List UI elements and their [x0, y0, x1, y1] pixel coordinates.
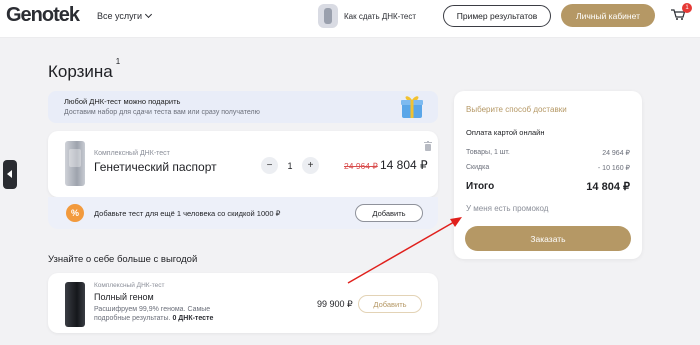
total-value: 14 804 ₽: [586, 181, 630, 193]
logo[interactable]: Genotek: [6, 4, 80, 27]
product-image: [65, 141, 85, 186]
dna-kit-icon: [318, 4, 338, 28]
personal-cabinet-button[interactable]: Личный кабинет: [561, 4, 655, 27]
recommendation-description: Расшифруем 99,9% генома. Самые подробные…: [94, 305, 234, 323]
services-label: Все услуги: [97, 11, 142, 21]
howto-label: Как сдать ДНК-тест: [344, 11, 417, 21]
gift-banner[interactable]: Любой ДНК-тест можно подарить Доставим н…: [48, 91, 438, 123]
total-label: Итого: [466, 181, 495, 192]
promo-code-link[interactable]: У меня есть промокод: [466, 204, 548, 213]
recommendation-price: 99 900 ₽: [317, 299, 353, 309]
page-title: Корзина1: [48, 57, 120, 82]
recommendation-type: Комплексный ДНК-тест: [94, 282, 165, 289]
increase-quantity-button[interactable]: +: [302, 157, 319, 174]
recommendation-name[interactable]: Полный геном: [94, 292, 154, 302]
discount-percent-icon: %: [66, 204, 84, 222]
old-price: 24 964 ₽: [344, 161, 378, 171]
left-panel-toggle[interactable]: [3, 160, 17, 189]
header: Genotek Все услуги Как сдать ДНК-тест Пр…: [0, 0, 700, 38]
chevron-down-icon: [144, 10, 153, 19]
payment-method: Оплата картой онлайн: [466, 128, 545, 137]
order-summary: Выберите способ доставки Оплата картой о…: [454, 91, 642, 259]
cart-item-card: Комплексный ДНК-тест Генетический паспор…: [48, 131, 438, 197]
recommendations-title: Узнайте о себе больше с выгодой: [48, 254, 198, 265]
add-test-text: Добавьте тест для ещё 1 человека со скид…: [94, 209, 281, 218]
add-recommendation-button[interactable]: Добавить: [358, 295, 422, 313]
recommendation-card: Комплексный ДНК-тест Полный геном Расшиф…: [48, 273, 438, 333]
cart-items-count: 1: [115, 57, 121, 67]
gift-subtitle: Доставим набор для сдачи теста вам или с…: [64, 109, 260, 116]
example-results-button[interactable]: Пример результатов: [443, 5, 551, 27]
gift-box-icon: [401, 96, 423, 118]
current-price: 14 804 ₽: [380, 158, 428, 172]
cart-count-badge: 1: [682, 3, 692, 13]
services-menu[interactable]: Все услуги: [97, 10, 153, 21]
recommendation-description-bold: 0 ДНК-тесте: [172, 315, 214, 322]
quantity-stepper: − 1 +: [261, 157, 319, 174]
discount-label: Скидка: [466, 164, 490, 171]
delivery-method-link[interactable]: Выберите способ доставки: [466, 105, 567, 114]
discount-value: - 10 160 ₽: [597, 165, 630, 172]
goods-label: Товары, 1 шт.: [466, 149, 510, 156]
goods-value: 24 964 ₽: [602, 150, 630, 157]
quantity-value: 1: [287, 160, 293, 171]
recommendation-image: [65, 282, 85, 327]
gift-title: Любой ДНК-тест можно подарить: [64, 97, 181, 106]
order-button[interactable]: Заказать: [465, 226, 631, 251]
howto-link[interactable]: Как сдать ДНК-тест: [318, 4, 416, 28]
product-type: Комплексный ДНК-тест: [94, 150, 170, 157]
add-test-offer: % Добавьте тест для ещё 1 человека со ск…: [48, 197, 438, 229]
page-title-text: Корзина: [48, 62, 113, 81]
product-name[interactable]: Генетический паспорт: [94, 160, 217, 174]
add-test-button[interactable]: Добавить: [355, 204, 423, 222]
decrease-quantity-button[interactable]: −: [261, 157, 278, 174]
trash-icon[interactable]: [424, 141, 432, 151]
